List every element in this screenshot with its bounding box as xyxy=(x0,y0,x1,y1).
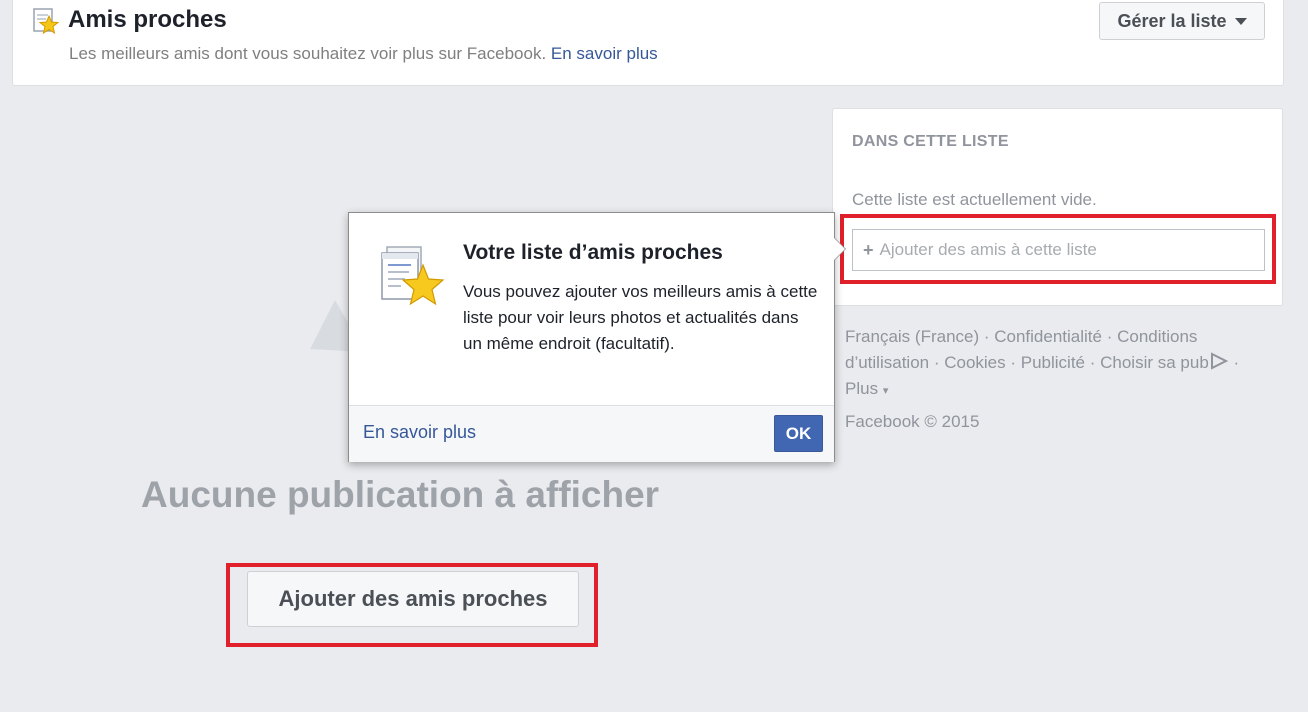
popover-learn-more-link[interactable]: En savoir plus xyxy=(363,422,476,443)
adchoices-label: Choisir sa pub xyxy=(1100,353,1209,372)
popover-body: Vous pouvez ajouter vos meilleurs amis à… xyxy=(463,282,818,353)
more-label: Plus xyxy=(845,379,879,398)
footer-link-cookies[interactable]: Cookies xyxy=(944,353,1005,372)
highlight-frame-input xyxy=(840,214,1276,284)
page-title: Amis proches xyxy=(68,6,227,33)
footer-links: Français (France) · Confidentialité · Co… xyxy=(845,327,1240,398)
learn-more-link[interactable]: En savoir plus xyxy=(551,44,658,63)
caret-down-icon xyxy=(1234,17,1247,25)
manage-list-button[interactable]: Gérer la liste xyxy=(1099,2,1265,40)
star-list-icon xyxy=(33,8,60,35)
footer-link-privacy[interactable]: Confidentialité xyxy=(994,327,1102,346)
list-header: Amis proches Les meilleurs amis dont vou… xyxy=(12,0,1284,86)
caret-down-icon: ▾ xyxy=(882,385,889,397)
manage-list-label: Gérer la liste xyxy=(1117,10,1227,31)
copyright: Facebook © 2015 xyxy=(845,412,980,431)
footer-link-adchoices[interactable]: Choisir sa pub xyxy=(1100,352,1229,372)
intro-popover: Votre liste d’amis proches Vous pouvez a… xyxy=(348,212,846,462)
ok-button[interactable]: OK xyxy=(774,415,823,452)
footer-link-advertising[interactable]: Publicité xyxy=(1021,353,1085,372)
popover-title: Votre liste d’amis proches xyxy=(463,241,723,264)
footer-link-language[interactable]: Français (France) xyxy=(845,327,979,346)
empty-list-text: Cette liste est actuellement vide. xyxy=(852,190,1097,209)
popover-arrow-fill xyxy=(834,238,845,260)
empty-feed-title: Aucune publication à afficher xyxy=(141,474,660,515)
star-document-icon xyxy=(381,246,445,306)
adchoices-icon xyxy=(1210,352,1229,370)
section-heading: DANS CETTE LISTE xyxy=(852,133,1009,150)
page-subtitle: Les meilleurs amis dont vous souhaitez v… xyxy=(69,44,658,64)
footer-link-more[interactable]: Plus ▾ xyxy=(845,379,888,398)
subtitle-text: Les meilleurs amis dont vous souhaitez v… xyxy=(69,44,547,63)
popover-footer: En savoir plus OK xyxy=(349,405,834,462)
highlight-frame-button xyxy=(226,563,598,647)
